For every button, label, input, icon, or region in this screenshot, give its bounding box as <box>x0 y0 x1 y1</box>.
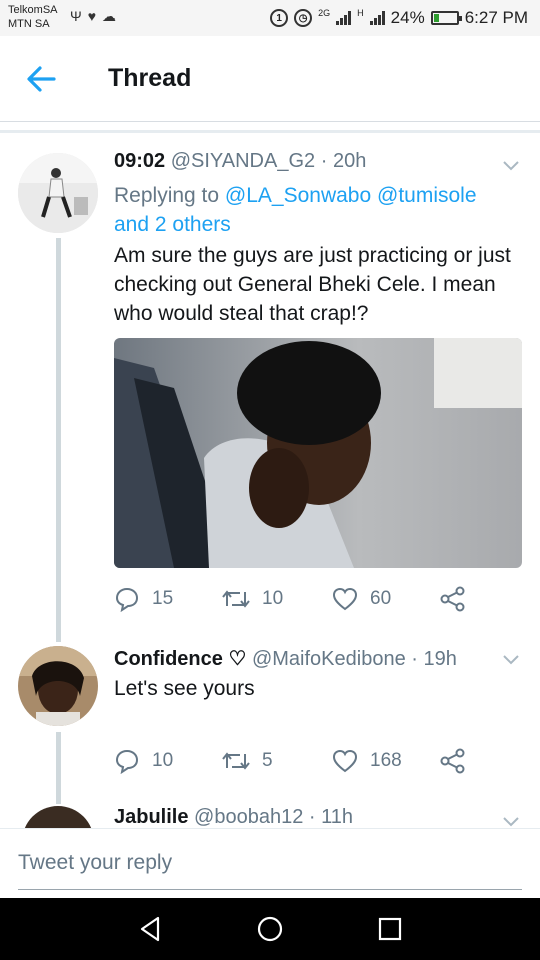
signal-icon-2 <box>369 11 385 25</box>
reply-count: 10 <box>152 750 174 771</box>
battery-percent: 24% <box>390 8 425 27</box>
page-title: Thread <box>108 64 192 92</box>
share-button[interactable] <box>440 748 466 774</box>
thread-connector-2 <box>56 732 61 804</box>
like-count: 60 <box>370 588 392 609</box>
replying-to: Replying to @LA_Sonwabo @tumisole and 2 … <box>114 181 514 239</box>
carrier-1: TelkomSA <box>8 4 58 16</box>
network-2g-label: 2G <box>318 8 331 18</box>
like-button[interactable]: 168 <box>332 749 440 773</box>
reply-input[interactable]: Tweet your reply <box>18 851 522 890</box>
tweet-actions-2: 10 5 168 <box>114 748 466 774</box>
thread-connector <box>56 238 61 642</box>
network-h-label: H <box>357 8 364 18</box>
separator-dot: · <box>320 150 328 172</box>
tweet-handle-2[interactable]: @MaifoKedibone <box>252 648 406 670</box>
chevron-down-icon[interactable] <box>502 816 520 828</box>
reply-count: 15 <box>152 588 174 609</box>
retweet-count: 5 <box>262 750 273 771</box>
chevron-down-icon[interactable] <box>502 160 520 172</box>
tweet-header: 09:02 @SIYANDA_G2 · 20h <box>114 150 366 173</box>
share-icon <box>440 748 465 774</box>
separator-dot-3: · <box>308 806 316 828</box>
health-icon: ♥ <box>87 8 97 24</box>
share-icon <box>440 586 465 612</box>
signal-icon <box>336 11 352 25</box>
clock-time: 6:27 PM <box>464 8 528 27</box>
media-photo <box>114 338 522 568</box>
back-arrow-icon <box>27 66 56 92</box>
tweet-age-2: 19h <box>423 648 457 670</box>
notification-icons: Ψ ♥ ☁ <box>70 8 116 25</box>
avatar-image-2 <box>18 646 98 726</box>
reply-button[interactable]: 10 <box>114 748 222 774</box>
reply-composer: Tweet your reply <box>0 828 540 898</box>
tweet-author-name[interactable]: Confidence <box>114 648 223 670</box>
cloud-icon: ☁ <box>102 8 117 24</box>
usb-icon: Ψ <box>70 8 82 24</box>
heart-icon <box>332 749 358 773</box>
name-emoji: ♡ <box>228 648 247 670</box>
tweet-handle[interactable]: @SIYANDA_G2 <box>171 150 315 172</box>
replying-to-label: Replying to <box>114 184 220 207</box>
share-button[interactable] <box>440 586 466 612</box>
tweet-text: Am sure the guys are just practicing or … <box>114 244 511 325</box>
nav-recents-icon[interactable] <box>375 914 405 944</box>
retweet-count: 10 <box>262 588 284 609</box>
like-button[interactable]: 60 <box>332 587 440 611</box>
separator-dot-2: · <box>411 648 418 670</box>
avatar[interactable] <box>18 153 98 233</box>
back-button[interactable] <box>24 62 60 96</box>
carrier-2: MTN SA <box>8 18 50 30</box>
tweet-age-3: 11h <box>321 806 354 828</box>
chevron-down-icon[interactable] <box>502 654 520 666</box>
battery-icon <box>430 11 462 25</box>
tweet-author-name-3[interactable]: Jabulile <box>114 806 188 828</box>
alarm-badge-icon: 1 <box>270 9 289 27</box>
divider <box>0 130 540 133</box>
reply-user-link-2[interactable]: @tumisole <box>377 184 477 207</box>
tweet-media-image[interactable] <box>114 338 522 568</box>
app-header: Thread <box>0 36 540 122</box>
nav-home-icon[interactable] <box>255 914 285 944</box>
carrier-labels: TelkomSA MTN SA <box>8 3 58 31</box>
tweet-actions: 15 10 60 <box>114 586 466 612</box>
clock-icon: ◷ <box>294 9 313 27</box>
nav-back-icon[interactable] <box>136 914 166 944</box>
retweet-button[interactable]: 10 <box>222 588 332 610</box>
heart-icon <box>332 587 358 611</box>
like-count: 168 <box>370 750 402 771</box>
avatar-2[interactable] <box>18 646 98 726</box>
status-right: 1 ◷ 2G H 24% 6:27 PM <box>270 8 528 28</box>
tweet-handle-3[interactable]: @boobah12 <box>194 806 303 828</box>
system-nav-bar <box>0 898 540 960</box>
tweet-header-3: Jabulile @boobah12 · 11h <box>114 806 353 829</box>
reply-icon <box>115 749 139 774</box>
retweet-icon <box>222 590 250 608</box>
tweet-time-prefix: 09:02 <box>114 150 166 172</box>
retweet-button[interactable]: 5 <box>222 750 332 772</box>
tweet-header-2: Confidence ♡ @MaifoKedibone · 19h <box>114 646 457 671</box>
battery-fill <box>433 14 440 22</box>
tweet-age: 20h <box>332 150 367 172</box>
reply-icon <box>115 587 139 612</box>
avatar-image <box>18 153 98 233</box>
tweet-text-2: Let's see yours <box>114 677 255 700</box>
reply-user-link[interactable]: @LA_Sonwabo <box>225 184 371 207</box>
status-bar: TelkomSA MTN SA Ψ ♥ ☁ 1 ◷ 2G H 24% 6:27 … <box>0 0 540 36</box>
reply-button[interactable]: 15 <box>114 586 222 612</box>
reply-others-link[interactable]: and 2 others <box>114 213 231 236</box>
retweet-icon <box>222 752 250 770</box>
